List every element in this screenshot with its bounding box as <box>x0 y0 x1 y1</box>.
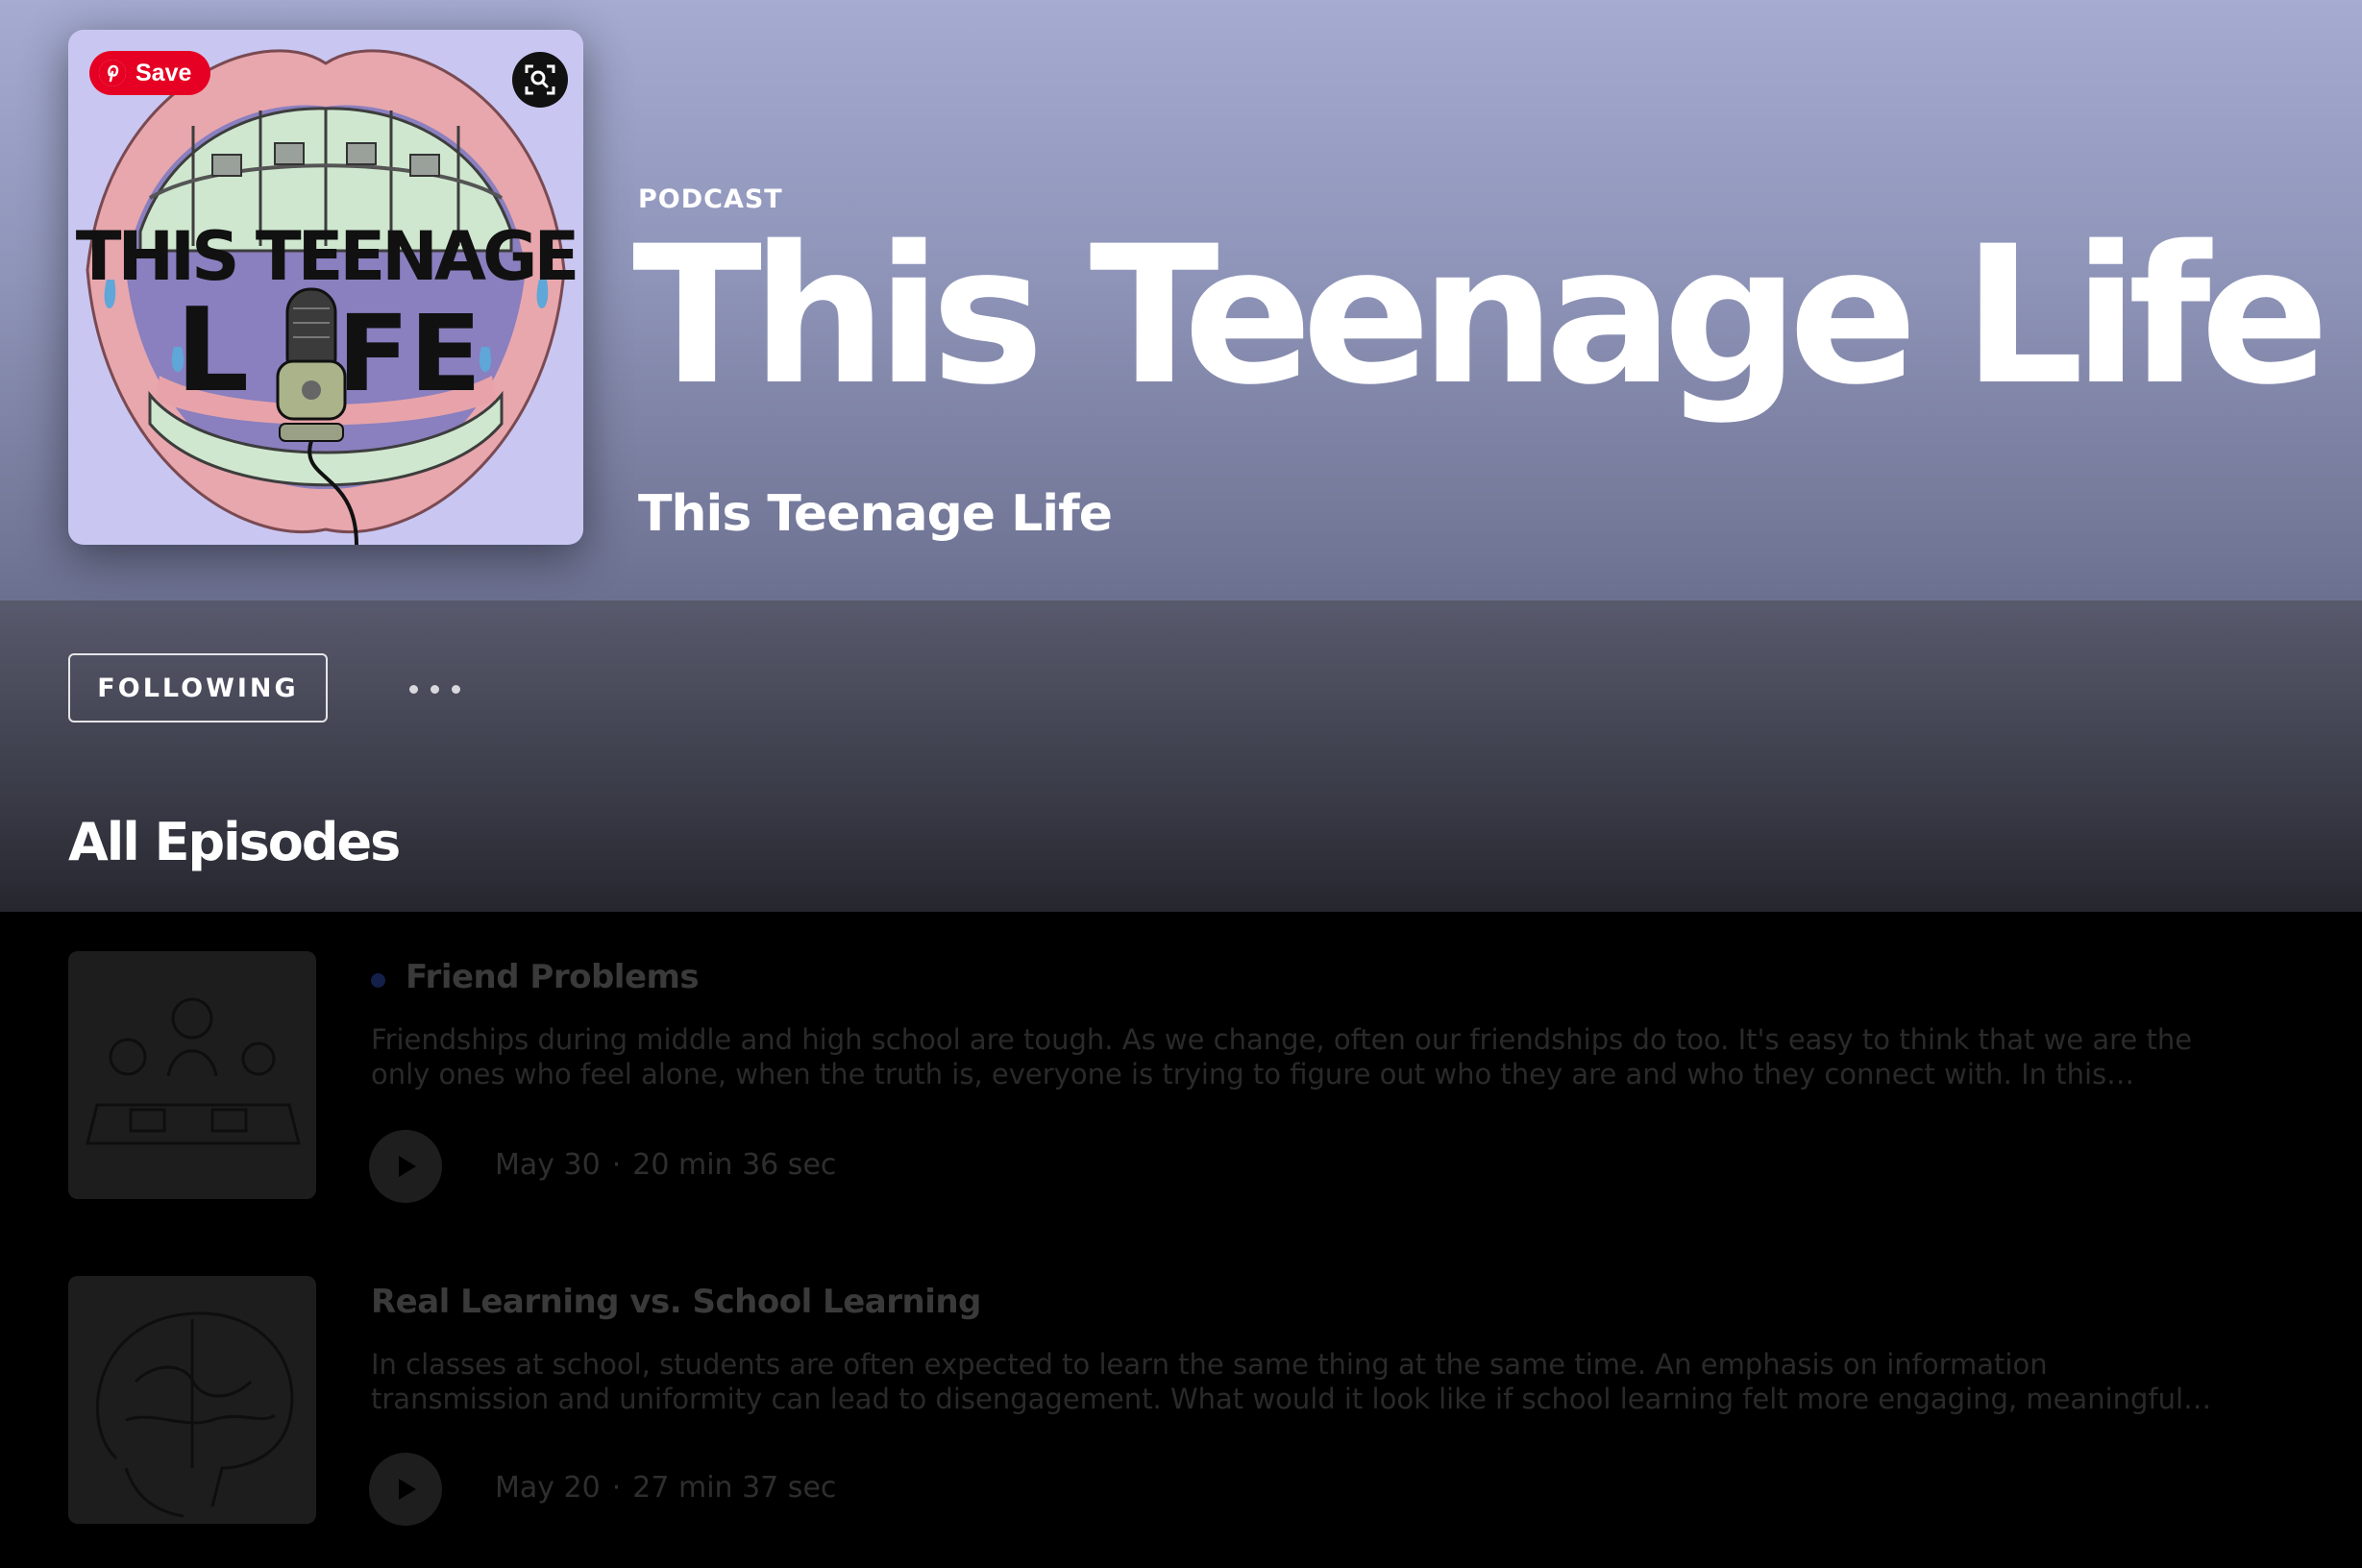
more-options-icon[interactable] <box>389 665 480 713</box>
publisher-name[interactable]: This Teenage Life <box>638 485 1113 543</box>
play-icon <box>399 1156 416 1177</box>
episode-date: May 20 <box>495 1471 601 1505</box>
podcast-page: THIS TEENAGE L FE Save PODCAST This Teen… <box>0 0 2362 1568</box>
play-icon <box>399 1479 416 1500</box>
podcast-cover-art[interactable]: THIS TEENAGE L FE <box>68 30 583 545</box>
episode-date: May 30 <box>495 1148 601 1182</box>
episode-illustration <box>68 951 316 1199</box>
cover-illustration: THIS TEENAGE L FE <box>68 30 583 545</box>
visual-search-button[interactable] <box>512 52 568 108</box>
svg-text:THIS TEENAGE: THIS TEENAGE <box>76 217 577 296</box>
page-title: This Teenage Life <box>632 205 2329 427</box>
pinterest-save-button[interactable]: Save <box>89 51 210 95</box>
episode-thumbnail[interactable] <box>68 1276 316 1524</box>
more-dot <box>451 684 460 694</box>
episode-row[interactable]: Friend Problems Friendships during middl… <box>0 951 2362 1203</box>
episode-description: In classes at school, students are often… <box>371 1348 2193 1415</box>
episode-description: Friendships during middle and high schoo… <box>371 1023 2193 1090</box>
pinterest-icon <box>99 60 126 86</box>
more-dot <box>408 684 418 694</box>
unplayed-indicator <box>371 973 385 988</box>
episode-meta: May 30 · 20 min 36 sec <box>495 1148 836 1182</box>
section-title: All Episodes <box>68 812 401 872</box>
episode-row[interactable]: Real Learning vs. School Learning In cla… <box>0 1276 2362 1526</box>
episode-meta: May 20 · 27 min 37 sec <box>495 1471 836 1505</box>
episode-title[interactable]: Friend Problems <box>406 958 700 996</box>
visual-search-icon <box>525 64 555 95</box>
meta-separator: · <box>611 1471 622 1505</box>
meta-separator: · <box>611 1148 622 1182</box>
episode-duration: 27 min 37 sec <box>632 1471 837 1505</box>
following-button[interactable]: FOLLOWING <box>68 653 328 723</box>
episode-thumbnail[interactable] <box>68 951 316 1199</box>
episode-duration: 20 min 36 sec <box>632 1148 837 1182</box>
svg-text:L: L <box>176 284 249 418</box>
episode-play-button[interactable] <box>369 1130 442 1203</box>
episode-title[interactable]: Real Learning vs. School Learning <box>371 1283 981 1321</box>
more-dot <box>430 684 439 694</box>
svg-text:FE: FE <box>337 292 481 415</box>
pinterest-save-label: Save <box>135 59 192 86</box>
episode-illustration <box>68 1276 316 1524</box>
episode-play-button[interactable] <box>369 1453 442 1526</box>
